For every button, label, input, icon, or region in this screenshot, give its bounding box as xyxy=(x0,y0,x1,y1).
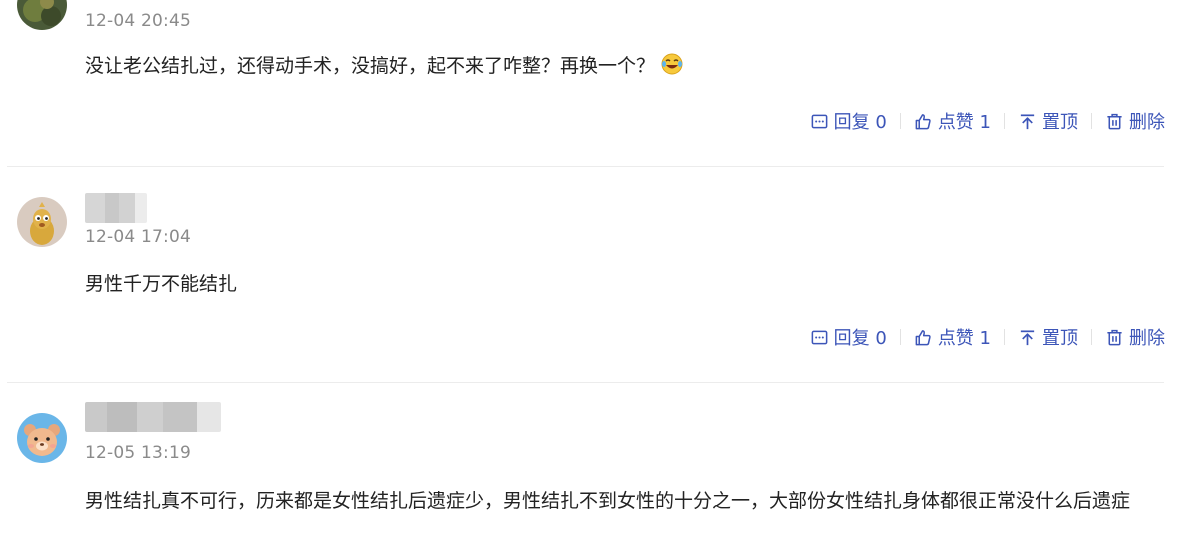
like-icon xyxy=(915,329,931,345)
separator xyxy=(899,329,901,345)
comment-time: 12-05 13:19 xyxy=(85,443,191,463)
username-blurred xyxy=(85,193,147,223)
reply-icon xyxy=(811,330,828,344)
delete-button[interactable]: 删除 xyxy=(1105,108,1165,134)
comment-time: 12-04 17:04 xyxy=(85,227,191,247)
avatar[interactable] xyxy=(17,197,67,247)
reply-icon xyxy=(811,114,828,128)
comment-actions: 回复 0 点赞 1 置顶 删除 xyxy=(810,108,1165,134)
like-button[interactable]: 点赞 1 xyxy=(914,108,991,134)
reply-label: 回复 0 xyxy=(833,328,887,349)
like-label: 点赞 1 xyxy=(937,112,991,133)
divider xyxy=(7,166,1164,167)
laughing-tears-emoji-icon xyxy=(661,53,683,75)
delete-button[interactable]: 删除 xyxy=(1105,324,1165,350)
pin-button[interactable]: 置顶 xyxy=(1018,108,1078,134)
like-icon xyxy=(915,113,931,129)
delete-label: 删除 xyxy=(1129,112,1165,133)
comment-text: 男性千万不能结扎 xyxy=(85,273,238,295)
pin-icon xyxy=(1020,329,1035,345)
like-button[interactable]: 点赞 1 xyxy=(914,324,991,350)
separator xyxy=(899,113,901,129)
username-blurred xyxy=(85,402,221,432)
avatar[interactable] xyxy=(17,413,67,463)
pin-icon xyxy=(1020,113,1035,129)
pin-button[interactable]: 置顶 xyxy=(1018,324,1078,350)
reply-label: 回复 0 xyxy=(833,112,887,133)
separator xyxy=(1004,113,1005,129)
delete-icon xyxy=(1107,329,1122,345)
pin-label: 置顶 xyxy=(1042,328,1078,349)
separator xyxy=(1004,329,1005,345)
delete-icon xyxy=(1107,113,1122,129)
delete-label: 删除 xyxy=(1129,328,1165,349)
like-label: 点赞 1 xyxy=(937,328,991,349)
avatar[interactable] xyxy=(17,0,67,30)
comment-text: 男性结扎真不可行，历来都是女性结扎后遗症少，男性结扎不到女性的十分之一，大部份女… xyxy=(85,490,1131,512)
reply-button[interactable]: 回复 0 xyxy=(810,108,887,134)
separator xyxy=(1091,329,1092,345)
comment-time: 12-04 20:45 xyxy=(85,11,191,31)
pin-label: 置顶 xyxy=(1042,112,1078,133)
reply-button[interactable]: 回复 0 xyxy=(810,324,887,350)
comment-actions: 回复 0 点赞 1 置顶 删除 xyxy=(810,324,1165,350)
separator xyxy=(1091,113,1092,129)
comment-text: 没让老公结扎过，还得动手术，没搞好，起不来了咋整？再换一个？ xyxy=(85,49,1170,83)
divider xyxy=(7,382,1164,383)
comment-text-body: 没让老公结扎过，还得动手术，没搞好，起不来了咋整？再换一个？ xyxy=(85,55,656,77)
